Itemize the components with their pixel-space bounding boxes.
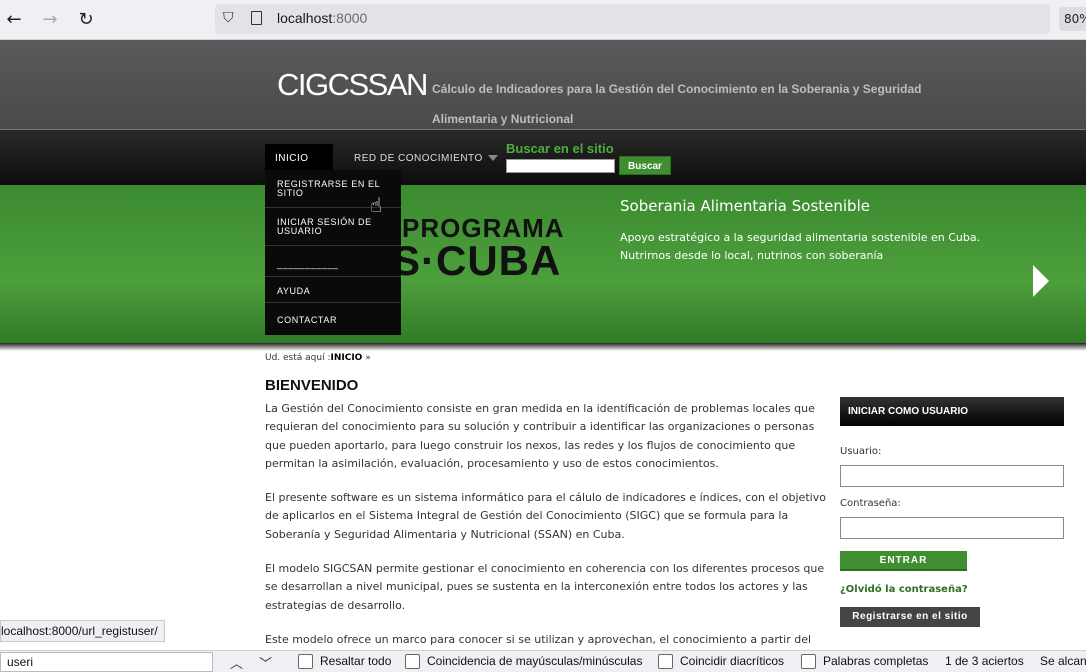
menu-item-iniciar-sesion[interactable]: INICIAR SESIÓN DE USUARIO bbox=[265, 218, 401, 246]
search-label: Buscar en el sitio bbox=[506, 141, 614, 156]
password-field[interactable] bbox=[840, 517, 1064, 539]
zoom-badge[interactable]: 80% bbox=[1059, 7, 1086, 31]
site-logo[interactable]: CIGCSSAN bbox=[277, 67, 428, 103]
back-icon[interactable]: ← bbox=[2, 8, 26, 32]
find-input[interactable]: useri bbox=[0, 652, 213, 672]
find-next-icon[interactable]: ﹀ bbox=[259, 653, 272, 672]
slide-text: Apoyo estratégico a la seguridad aliment… bbox=[620, 231, 981, 262]
highlight-all-label[interactable]: Resaltar todo bbox=[320, 654, 391, 668]
hero-banner: PROGRAMA S·CUBA Soberania Alimentaria So… bbox=[0, 185, 1086, 345]
match-diacritics-label[interactable]: Coincidir diacríticos bbox=[680, 654, 784, 668]
menu-item-separator[interactable]: ___________ bbox=[265, 260, 401, 277]
caret-down-icon bbox=[487, 155, 498, 162]
slide-title: Soberania Alimentaria Sostenible bbox=[620, 197, 870, 215]
address-bar[interactable]: ⛉ localhost:8000 bbox=[215, 4, 1050, 34]
url-text[interactable]: localhost:8000 bbox=[277, 10, 367, 26]
match-diacritics-checkbox[interactable] bbox=[658, 654, 673, 669]
site-header: CIGCSSAN Cálculo de Indicadores para la … bbox=[0, 40, 1086, 130]
forgot-password-link[interactable]: ¿Olvidó la contraseña? bbox=[840, 584, 968, 595]
register-button[interactable]: Registrarse en el sitio bbox=[840, 607, 980, 627]
login-button[interactable]: ENTRAR bbox=[840, 551, 967, 571]
page-title: BIENVENIDO bbox=[265, 377, 359, 394]
menu-item-contactar[interactable]: CONTACTAR bbox=[265, 316, 401, 330]
username-field[interactable] bbox=[840, 465, 1064, 487]
menu-item-ayuda[interactable]: AYUDA bbox=[265, 287, 401, 303]
page-icon bbox=[251, 11, 262, 25]
forward-icon[interactable]: → bbox=[38, 8, 62, 32]
match-case-checkbox[interactable] bbox=[405, 654, 420, 669]
find-match-count: 1 de 3 aciertos bbox=[945, 654, 1024, 668]
shield-icon[interactable]: ⛉ bbox=[223, 10, 234, 26]
search-button[interactable]: Buscar bbox=[619, 156, 671, 175]
breadcrumb: Ud. está aquí :INICIO » bbox=[265, 353, 371, 363]
login-header: INICIAR COMO USUARIO bbox=[840, 397, 1064, 426]
whole-words-label[interactable]: Palabras completas bbox=[823, 654, 928, 668]
banner-logo-cuba: S·CUBA bbox=[392, 237, 562, 284]
site-tagline: Cálculo de Indicadores para la Gestión d… bbox=[432, 82, 922, 126]
next-slide-icon[interactable] bbox=[1033, 265, 1049, 297]
search-input[interactable] bbox=[506, 159, 615, 173]
find-previous-icon[interactable]: ︿ bbox=[230, 653, 243, 672]
intro-paragraph-4: Este modelo ofrece un marco para conocer… bbox=[265, 633, 812, 646]
intro-paragraph-2: El presente software es un sistema infor… bbox=[265, 491, 826, 541]
find-status-text: Se alcanz bbox=[1040, 654, 1086, 668]
intro-paragraph-3: El modelo SIGCSAN permite gestionar el c… bbox=[265, 562, 825, 612]
highlight-all-checkbox[interactable] bbox=[298, 654, 313, 669]
whole-words-checkbox[interactable] bbox=[801, 654, 816, 669]
reload-icon[interactable]: ↻ bbox=[74, 8, 98, 32]
hand-cursor-icon: ☝ bbox=[370, 193, 383, 217]
nav-inicio[interactable]: INICIO bbox=[265, 144, 333, 191]
match-case-label[interactable]: Coincidencia de mayúsculas/minúsculas bbox=[427, 654, 642, 668]
banner-divider bbox=[0, 343, 1086, 351]
status-url: localhost:8000/url_registuser/ bbox=[0, 620, 165, 642]
username-label: Usuario: bbox=[840, 446, 882, 457]
nav-red-conocimiento[interactable]: RED DE CONOCIMIENTO bbox=[344, 144, 508, 172]
browser-toolbar: ← → ↻ ⛉ localhost:8000 80% bbox=[0, 0, 1086, 40]
password-label: Contraseña: bbox=[840, 498, 901, 509]
intro-paragraph-1: La Gestión del Conocimiento consiste en … bbox=[265, 402, 815, 471]
find-bar: useri ︿ ﹀ Resaltar todo Coincidencia de … bbox=[0, 650, 1086, 672]
main-nav: INICIO RED DE CONOCIMIENTO Buscar en el … bbox=[0, 130, 1086, 191]
